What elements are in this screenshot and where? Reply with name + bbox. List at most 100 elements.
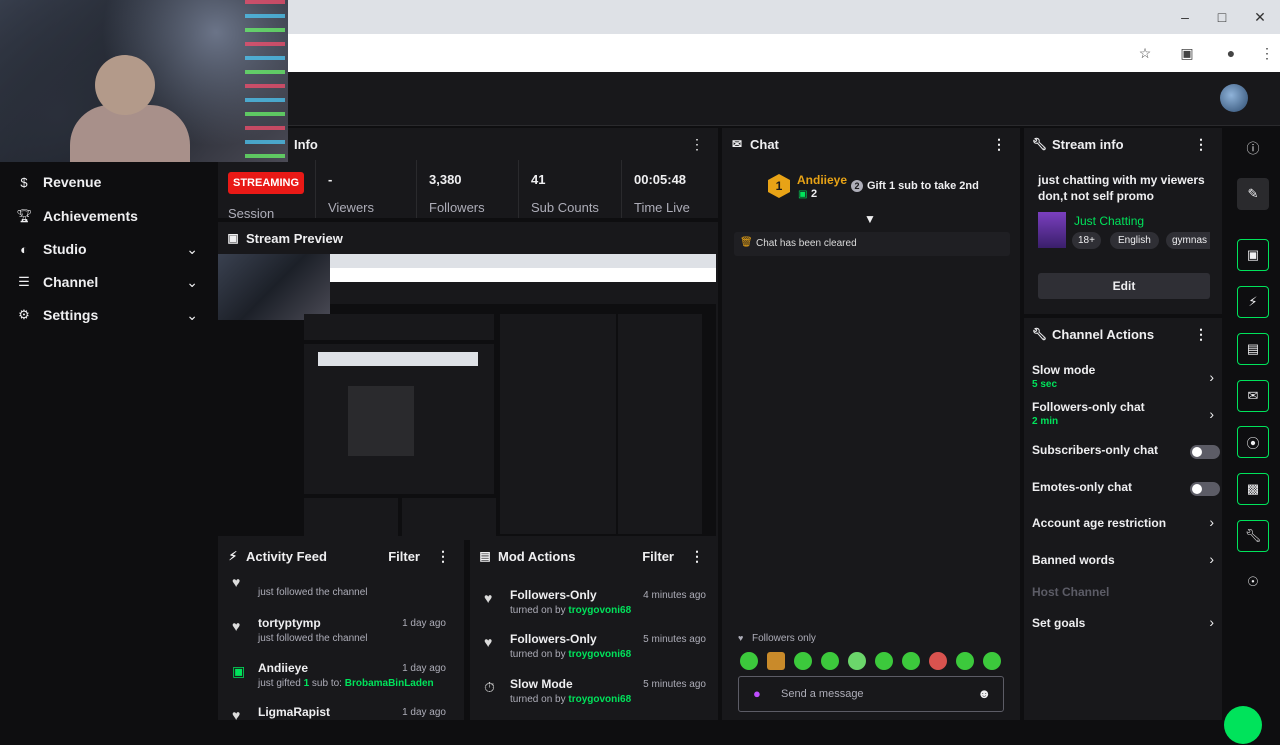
emote-9[interactable]	[956, 652, 974, 670]
emote-2[interactable]	[767, 652, 785, 670]
sidebar-item-settings[interactable]: ⚙ Settings ⌄	[0, 301, 214, 329]
kebab-menu-icon[interactable]: ⋮	[436, 548, 450, 565]
mod-action-by: turned on by troygovoni68	[510, 649, 631, 660]
emote-4[interactable]	[821, 652, 839, 670]
preview-nav	[330, 282, 716, 304]
pinned-user[interactable]: Andiieye	[797, 173, 847, 187]
collapse-icon[interactable]: ▼	[864, 212, 876, 226]
followers-stat: 3,380 Followers	[417, 160, 519, 218]
activity-filter-button[interactable]: Filter	[388, 549, 420, 564]
broadcast-icon[interactable]: ⦿	[1237, 426, 1269, 458]
viewers-value: -	[328, 172, 333, 187]
kebab-menu-icon[interactable]: ⋮	[992, 136, 1006, 153]
maximize-icon[interactable]: □	[1212, 8, 1232, 26]
emote-5[interactable]	[848, 652, 866, 670]
emoji-icon[interactable]: ☻	[977, 686, 991, 701]
webcam-overlay	[0, 0, 288, 162]
emotes-only-setting[interactable]: Emotes-only chat	[1024, 480, 1220, 500]
channel-actions-panel: 🔧︎ Channel Actions ⋮ Slow mode 5 sec › F…	[1024, 318, 1222, 720]
time-live-value: 00:05:48	[634, 172, 687, 187]
video-layout-icon[interactable]: ▩	[1237, 473, 1269, 505]
mod-action-time: 4 minutes ago	[643, 590, 706, 601]
edit-button[interactable]: Edit	[1038, 273, 1210, 299]
mod-filter-button[interactable]: Filter	[642, 549, 674, 564]
address-bar[interactable]	[288, 34, 1280, 72]
tag-english[interactable]: English	[1110, 232, 1159, 249]
channel-actions-header: 🔧︎ Channel Actions ⋮	[1024, 318, 1222, 350]
emote-10[interactable]	[983, 652, 1001, 670]
share-icon[interactable]: ☉	[1237, 566, 1269, 598]
activity-name[interactable]: Andiieye	[258, 661, 308, 675]
mod-by-prefix: turned on by	[510, 649, 569, 660]
emotes-only-toggle[interactable]	[1190, 482, 1220, 496]
help-button[interactable]	[1224, 706, 1262, 744]
profile-icon[interactable]: ●	[1221, 43, 1241, 63]
trash-icon: 🗑︎	[740, 237, 753, 248]
preview-mini-info	[618, 314, 702, 534]
mod-by-user[interactable]: troygovoni68	[568, 605, 631, 616]
emote-8[interactable]	[929, 652, 947, 670]
heart-icon: ♥	[484, 634, 493, 650]
lightning-icon[interactable]: ⚡︎	[1237, 286, 1269, 318]
subscribers-only-setting[interactable]: Subscribers-only chat	[1024, 443, 1220, 463]
wrench-icon[interactable]: 🔧︎	[1237, 520, 1269, 552]
chat-mode-label: Followers only	[752, 633, 816, 644]
sidebar-item-label: Studio	[43, 241, 87, 257]
banned-words-setting[interactable]: Banned words ›	[1024, 551, 1220, 573]
category-link[interactable]: Just Chatting	[1074, 214, 1144, 228]
kebab-menu-icon[interactable]: ⋮	[690, 136, 704, 153]
sidebar-item-revenue[interactable]: $ Revenue	[0, 168, 214, 196]
tag-18plus[interactable]: 18+	[1072, 232, 1101, 249]
kebab-menu-icon[interactable]: ⋮	[1194, 136, 1208, 153]
preview-nested-bar	[318, 352, 478, 366]
mod-by-user[interactable]: troygovoni68	[568, 694, 631, 705]
chat-panel: ✉︎ Chat ⋮ 1 Andiieye ▣ 2 2 Gift 1 sub to…	[722, 128, 1020, 720]
menu-dots-icon[interactable]: ⋮	[1257, 43, 1277, 63]
emote-6[interactable]	[875, 652, 893, 670]
tag-gymnastics[interactable]: gymnas	[1166, 232, 1210, 249]
activity-sub-target[interactable]: BrobamaBinLaden	[345, 678, 434, 689]
activity-name[interactable]: LigmaRapist	[258, 705, 330, 719]
close-icon[interactable]: ✕	[1250, 8, 1270, 26]
avatar[interactable]	[1220, 84, 1248, 112]
slow-mode-setting[interactable]: Slow mode 5 sec ›	[1024, 363, 1220, 393]
mod-by-prefix: turned on by	[510, 605, 569, 616]
notes-icon[interactable]: ▤	[1237, 333, 1269, 365]
preview-mini-mod	[402, 498, 496, 536]
kebab-menu-icon[interactable]: ⋮	[1194, 326, 1208, 343]
dollar-icon: $	[20, 174, 28, 190]
minimize-icon[interactable]: –	[1175, 8, 1195, 26]
bookmark-star-icon[interactable]: ☆	[1135, 43, 1155, 63]
pencil-icon[interactable]: ✎	[1237, 178, 1269, 210]
stream-preview-panel: ▣ Stream Preview	[218, 222, 718, 540]
chat-title: Chat	[750, 136, 779, 152]
account-age-setting[interactable]: Account age restriction ›	[1024, 514, 1220, 536]
followers-only-value: 2 min	[1032, 416, 1059, 427]
info-icon[interactable]: ⓘ	[1237, 131, 1269, 163]
cast-icon[interactable]: ▣	[1177, 43, 1197, 63]
followers-only-setting[interactable]: Followers-only chat 2 min ›	[1024, 400, 1220, 430]
chat-input[interactable]: ● Send a message ☻	[738, 676, 1004, 712]
activity-name[interactable]: tortyptymp	[258, 616, 321, 630]
sidebar-item-studio[interactable]: ◐ Studio ⌄	[0, 235, 214, 263]
channel-icon: ☰	[18, 274, 30, 289]
chat-bubble-icon[interactable]: ✉︎	[1237, 380, 1269, 412]
list-item: ♥ Followers-Only turned on by troygovoni…	[470, 584, 718, 628]
emote-3[interactable]	[794, 652, 812, 670]
host-channel-setting: Host Channel	[1024, 585, 1220, 605]
status-badge: STREAMING	[228, 172, 304, 194]
emote-1[interactable]	[740, 652, 758, 670]
sidebar-item-channel[interactable]: ☰ Channel ⌄	[0, 268, 214, 296]
banned-words-label: Banned words	[1032, 553, 1115, 567]
stream-title: just chatting with my viewers don,t not …	[1038, 173, 1205, 203]
gear-icon: ⚙	[18, 307, 30, 322]
emote-7[interactable]	[902, 652, 920, 670]
mod-by-user[interactable]: troygovoni68	[568, 649, 631, 660]
subscribers-only-toggle[interactable]	[1190, 445, 1220, 459]
stream-preview-video[interactable]	[218, 254, 716, 536]
kebab-menu-icon[interactable]: ⋮	[690, 548, 704, 565]
screenshot-icon[interactable]: ▣	[1237, 239, 1269, 271]
set-goals-setting[interactable]: Set goals ›	[1024, 614, 1220, 636]
sidebar-item-achievements[interactable]: 🏆︎ Achievements	[0, 202, 214, 230]
microphone-icon[interactable]: ●	[753, 686, 761, 701]
